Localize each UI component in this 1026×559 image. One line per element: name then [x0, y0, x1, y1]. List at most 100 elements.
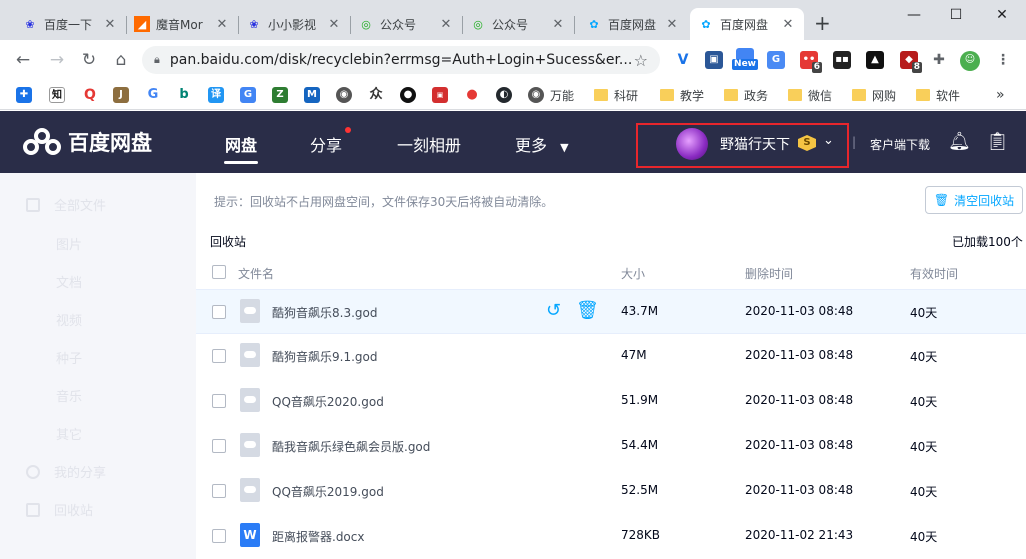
clear-recycle-bin-button[interactable]: 🗑︎ 清空回收站 [925, 186, 1023, 214]
delete-icon[interactable]: 🗑︎ [576, 301, 599, 321]
file-name[interactable]: 酷狗音飙乐9.1.god [272, 348, 377, 365]
reload-button[interactable]: ↻ [78, 49, 100, 71]
browser-tab[interactable]: ❀ 小小影视 ✕ [238, 8, 350, 40]
calendar-extension-icon[interactable]: New [732, 48, 758, 70]
bookmark-folder[interactable]: 科研 [594, 86, 638, 104]
shield-extension-icon[interactable]: ◆ 8 [900, 51, 922, 73]
bookmark-item[interactable]: ◉ 万能 [528, 86, 574, 104]
sidebar-item-torrents[interactable]: 种子 [56, 348, 82, 367]
sidebar-item-music[interactable]: 音乐 [56, 386, 82, 405]
sidebar-item-docs[interactable]: 文档 [56, 272, 82, 291]
row-checkbox[interactable] [212, 305, 226, 319]
bookmark-folder[interactable]: 微信 [788, 86, 832, 104]
sidebar-item-videos[interactable]: 视频 [56, 310, 82, 329]
sidebar-item-other[interactable]: 其它 [56, 424, 82, 443]
column-header-name[interactable]: 文件名 [238, 265, 274, 282]
file-name[interactable]: QQ音飙乐2019.god [272, 483, 384, 500]
maximize-button[interactable]: ☐ [936, 4, 976, 26]
bookmark-item[interactable]: Q [82, 86, 98, 104]
bookmark-star-icon[interactable]: ☆ [634, 51, 648, 70]
column-header-valid[interactable]: 有效时间 [910, 265, 958, 282]
select-all-checkbox[interactable] [212, 265, 226, 279]
table-row[interactable]: 酷狗音飙乐8.3.god ↺ 🗑︎ 43.7M 2020-11-03 08:48… [196, 289, 1026, 334]
row-checkbox[interactable] [212, 439, 226, 453]
bookmark-folder[interactable]: 教学 [660, 86, 704, 104]
minimize-button[interactable]: — [894, 4, 934, 26]
table-row[interactable]: 酷狗音飙乐9.1.god 47M 2020-11-03 08:48 40天 [196, 334, 1026, 379]
browser-menu-icon[interactable]: ⋮ [994, 51, 1012, 69]
sidebar-item-all-files[interactable]: 全部文件 [26, 195, 106, 214]
new-tab-button[interactable]: + [814, 13, 831, 33]
bookmark-item[interactable]: M [304, 86, 320, 104]
sidebar-item-images[interactable]: 图片 [56, 234, 82, 253]
bookmark-item[interactable]: ◉ [336, 86, 352, 104]
bookmark-item[interactable]: b [176, 86, 192, 104]
translate-extension-icon[interactable]: G [767, 51, 785, 69]
file-name[interactable]: 距离报警器.docx [272, 528, 364, 545]
vpn-extension-icon[interactable]: V [674, 51, 692, 69]
bookmark-item[interactable]: ✚ [16, 86, 32, 104]
bookmark-item[interactable]: J [113, 86, 129, 104]
close-window-button[interactable]: ✕ [982, 4, 1022, 26]
table-row[interactable]: QQ音飙乐2020.god 51.9M 2020-11-03 08:48 40天 [196, 379, 1026, 424]
close-tab-icon[interactable]: ✕ [326, 17, 342, 32]
forward-button[interactable]: → [46, 49, 68, 71]
sidebar-item-my-shares[interactable]: 我的分享 [26, 462, 106, 481]
nav-moment-album[interactable]: 一刻相册 [397, 132, 461, 156]
bookmark-item[interactable]: G [240, 86, 256, 104]
sidebar-item-recycle-bin[interactable]: 回收站 [26, 500, 93, 519]
column-header-size[interactable]: 大小 [621, 265, 645, 282]
table-row[interactable]: W 距离报警器.docx 728KB 2020-11-02 21:43 40天 [196, 514, 1026, 559]
profile-avatar[interactable]: ☺ [960, 51, 980, 71]
close-tab-icon[interactable]: ✕ [780, 17, 796, 32]
bookmark-item[interactable]: ▣ [432, 86, 448, 104]
bookmarks-overflow-button[interactable]: » [996, 86, 1005, 104]
browser-tab[interactable]: ◢ 魔音Mor ✕ [126, 8, 238, 40]
file-name[interactable]: 酷狗音飙乐8.3.god [272, 304, 377, 321]
table-row[interactable]: QQ音飙乐2019.god 52.5M 2020-11-03 08:48 40天 [196, 469, 1026, 514]
nav-netdisk[interactable]: 网盘 [225, 132, 257, 156]
bookmark-item[interactable]: 众 [368, 86, 384, 104]
chevron-down-icon[interactable]: ⌄ [823, 133, 834, 148]
mask-extension-icon[interactable]: ▪▪ [833, 51, 851, 69]
bookmark-item[interactable]: 知 [49, 86, 65, 104]
close-tab-icon[interactable]: ✕ [664, 17, 680, 32]
row-checkbox[interactable] [212, 484, 226, 498]
bookmark-item[interactable]: Z [272, 86, 288, 104]
address-bar[interactable]: 🔒︎ pan.baidu.com/disk/recyclebin?errmsg=… [142, 46, 660, 74]
browser-tab[interactable]: ✿ 百度网盘 ✕ [578, 8, 688, 40]
home-button[interactable]: ⌂ [110, 49, 132, 71]
tools-extension-icon[interactable]: •• 6 [800, 51, 822, 73]
back-button[interactable]: ← [12, 49, 34, 71]
bell-icon[interactable]: 🔔︎ [948, 131, 971, 152]
browser-tab[interactable]: ❀ 百度一下 ✕ [14, 8, 126, 40]
puzzle-icon[interactable]: ✚ [930, 51, 948, 69]
close-tab-icon[interactable]: ✕ [550, 17, 566, 32]
file-name[interactable]: QQ音飙乐2020.god [272, 393, 384, 410]
bookmark-item[interactable]: ● [464, 86, 480, 104]
save-extension-icon[interactable]: ▣ [705, 51, 723, 69]
column-header-deleted[interactable]: 删除时间 [745, 265, 793, 282]
netdisk-logo[interactable]: 百度网盘 [22, 127, 152, 157]
table-row[interactable]: 酷我音飙乐绿色飙会员版.god 54.4M 2020-11-03 08:48 4… [196, 424, 1026, 469]
row-checkbox[interactable] [212, 349, 226, 363]
browser-tab[interactable]: ◎ 公众号 ✕ [462, 8, 574, 40]
file-name[interactable]: 酷我音飙乐绿色飙会员版.god [272, 438, 430, 455]
row-checkbox[interactable] [212, 394, 226, 408]
bookmark-item[interactable]: G [145, 86, 161, 104]
browser-tab-active[interactable]: ✿ 百度网盘 ✕ [690, 8, 804, 40]
avatar[interactable] [676, 128, 708, 160]
close-tab-icon[interactable]: ✕ [438, 17, 454, 32]
close-tab-icon[interactable]: ✕ [102, 17, 118, 32]
triangle-extension-icon[interactable]: ▲ [866, 51, 884, 69]
restore-icon[interactable]: ↺ [546, 301, 561, 321]
bookmark-folder[interactable]: 网购 [852, 86, 896, 104]
clipboard-icon[interactable]: 📋︎ [986, 131, 1009, 152]
bookmark-item[interactable]: 译 [208, 86, 224, 104]
nav-more[interactable]: 更多 ▼ [515, 132, 569, 156]
close-tab-icon[interactable]: ✕ [214, 17, 230, 32]
bookmark-item[interactable]: ◐ [496, 86, 512, 104]
nav-share[interactable]: 分享 [310, 132, 342, 156]
url-text[interactable]: pan.baidu.com/disk/recyclebin?errmsg=Aut… [170, 52, 634, 68]
client-download-link[interactable]: 客户端下载 [870, 136, 930, 153]
